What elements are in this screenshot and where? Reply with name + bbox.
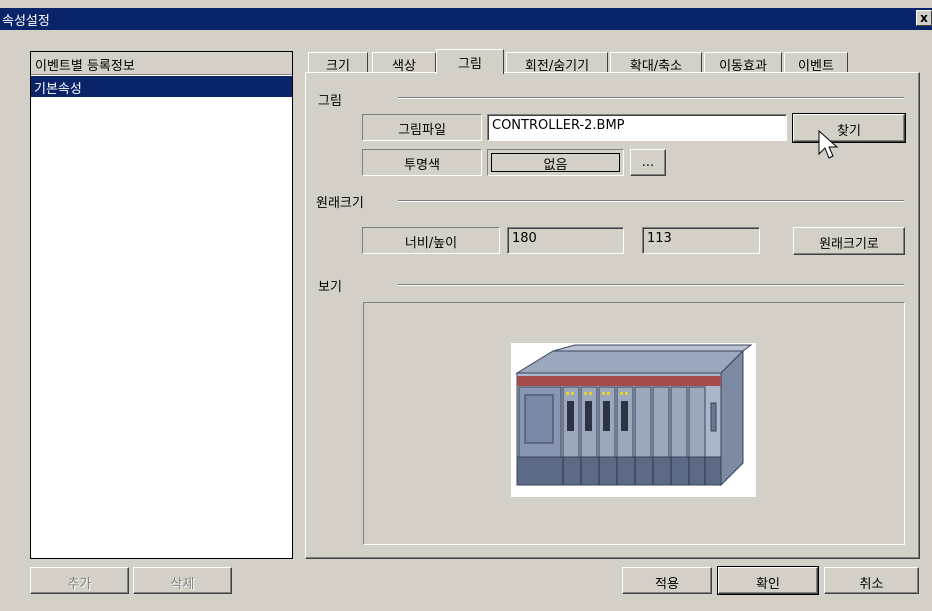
original-size-group-title: 원래크기 — [316, 196, 364, 211]
tab-size[interactable]: 크기 — [308, 52, 368, 74]
ok-button-label: 확인 — [756, 577, 780, 592]
cancel-button[interactable]: 취소 — [824, 567, 919, 594]
browse-button[interactable]: 찾기 — [792, 113, 906, 143]
color-picker-button-label: ... — [641, 155, 655, 170]
close-icon[interactable]: x — [916, 10, 932, 26]
ok-button[interactable]: 확인 — [717, 566, 819, 595]
divider — [398, 284, 904, 286]
window-title: 속성설정 — [2, 14, 50, 29]
list-item-label: 기본속성 — [34, 82, 82, 97]
divider — [398, 200, 904, 202]
title-bar: 속성설정 x — [0, 8, 932, 30]
apply-button[interactable]: 적용 — [622, 567, 712, 594]
add-button-label: 추가 — [67, 577, 92, 592]
event-list-header: 이벤트별 등록정보 — [31, 52, 292, 75]
tab-event[interactable]: 이벤트 — [784, 52, 848, 74]
reset-size-button-label: 원래크기로 — [819, 237, 879, 252]
reset-size-button[interactable]: 원래크기로 — [793, 227, 905, 255]
transparent-color-box[interactable]: 없음 — [487, 149, 624, 176]
color-swatch: 없음 — [491, 153, 620, 173]
height-value: 113 — [647, 231, 672, 246]
property-dialog: 속성설정 x 이벤트별 등록정보 기본속성 추가 삭제 크기 색상 그림 회전/… — [0, 0, 932, 611]
delete-button-label: 삭제 — [170, 577, 195, 592]
add-button[interactable]: 추가 — [30, 567, 129, 594]
tab-picture-label: 그림 — [458, 57, 482, 72]
width-field[interactable]: 180 — [507, 227, 624, 254]
picture-file-field[interactable]: CONTROLLER-2.BMP — [487, 114, 787, 141]
width-value: 180 — [512, 231, 537, 246]
divider — [398, 97, 904, 99]
picture-file-label: 그림파일 — [362, 114, 482, 141]
event-list-header-label: 이벤트별 등록정보 — [35, 59, 135, 74]
plc-controller-image — [511, 343, 756, 497]
transparent-color-label: 투명색 — [362, 149, 482, 176]
tab-move-effect[interactable]: 이동효과 — [704, 52, 782, 74]
apply-button-label: 적용 — [655, 577, 679, 592]
color-picker-button[interactable]: ... — [630, 149, 666, 176]
tab-rotate-hide[interactable]: 회전/숨기기 — [506, 52, 608, 74]
mouse-pointer-icon — [818, 130, 839, 159]
browse-button-label: 찾기 — [837, 124, 861, 139]
picture-file-label-text: 그림파일 — [398, 123, 446, 138]
event-list[interactable]: 이벤트별 등록정보 기본속성 — [30, 51, 293, 559]
height-field[interactable]: 113 — [642, 227, 760, 254]
picture-group-title: 그림 — [318, 94, 342, 109]
width-height-label: 너비/높이 — [362, 227, 500, 254]
tab-zoom[interactable]: 확대/축소 — [610, 52, 702, 74]
transparent-color-label-text: 투명색 — [404, 158, 440, 173]
tab-picture[interactable]: 그림 — [436, 49, 504, 74]
preview-group-title: 보기 — [318, 280, 342, 295]
tab-color[interactable]: 색상 — [372, 52, 436, 74]
transparent-color-value: 없음 — [543, 158, 568, 173]
list-item-basic-properties[interactable]: 기본속성 — [31, 76, 292, 97]
picture-file-value: CONTROLLER-2.BMP — [492, 118, 625, 133]
delete-button[interactable]: 삭제 — [133, 567, 232, 594]
plc-image-svg — [515, 344, 753, 487]
cancel-button-label: 취소 — [859, 577, 884, 592]
width-height-label-text: 너비/높이 — [404, 236, 458, 251]
